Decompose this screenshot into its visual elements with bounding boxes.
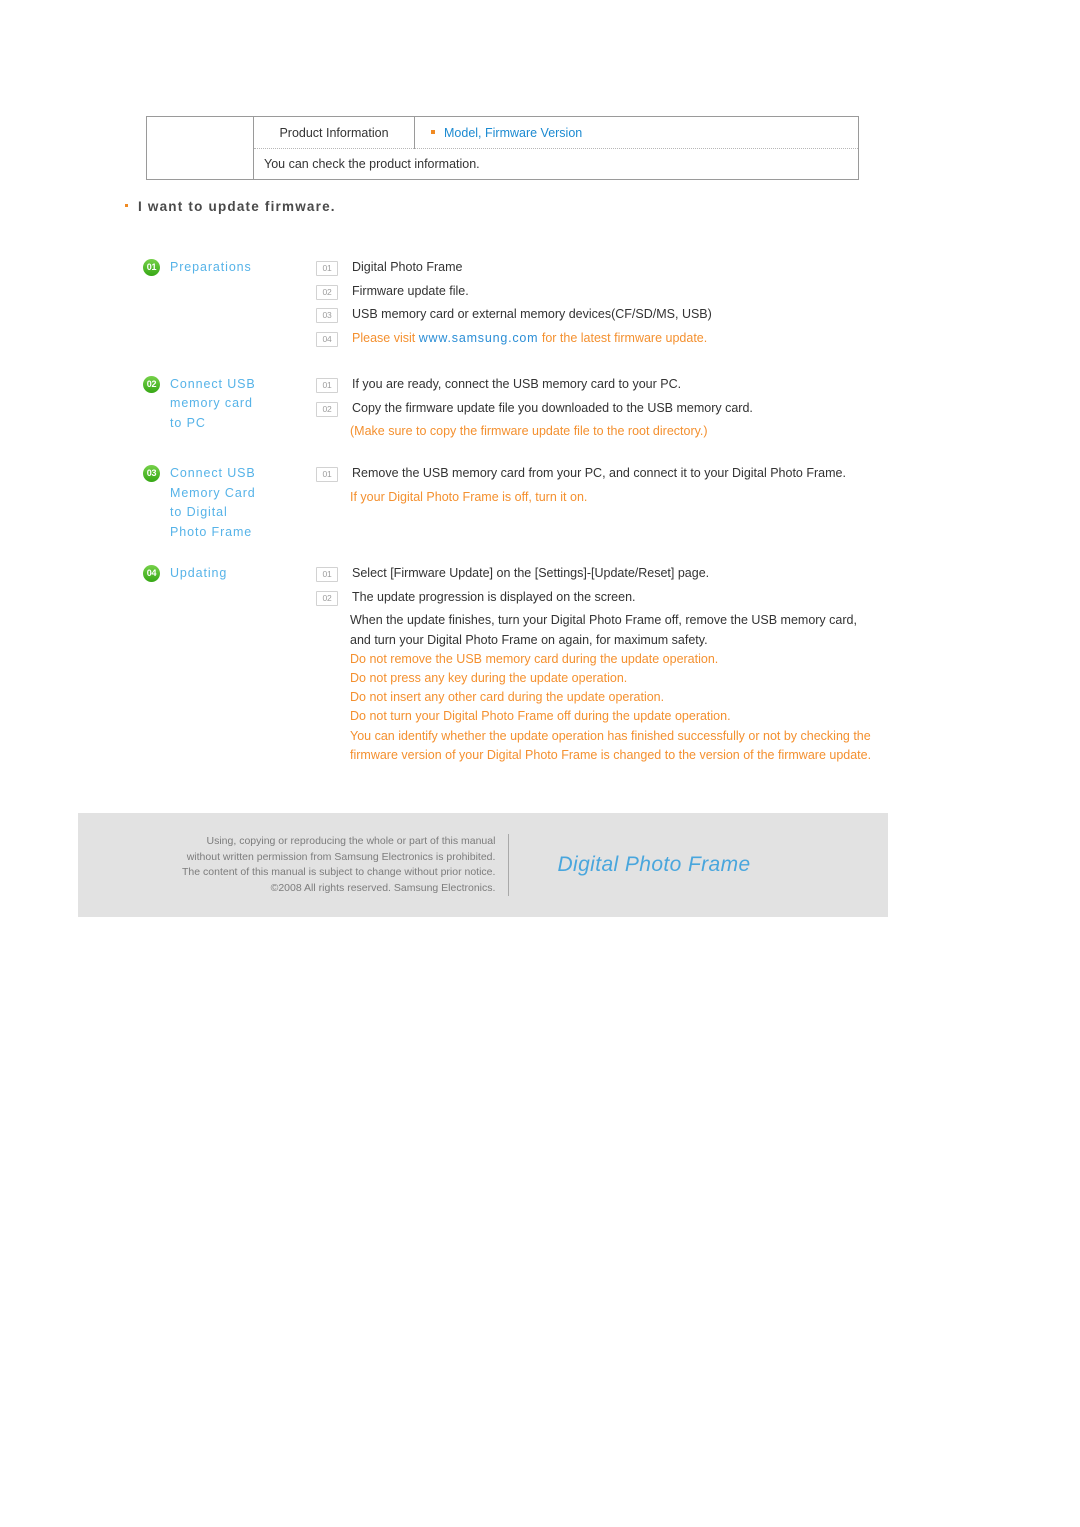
- list-item: 02 Copy the firmware update file you dow…: [316, 399, 903, 418]
- step-connect-usb-to-frame: 03 Connect USB Memory Card to Digital Ph…: [143, 464, 903, 542]
- step-title: Connect USB memory card to PC: [170, 375, 256, 433]
- step-title-line: to Digital: [170, 505, 228, 520]
- table-row: You can check the product information.: [147, 148, 859, 180]
- step-note: (Make sure to copy the firmware update f…: [350, 424, 708, 439]
- warning-line: You can identify whether the update oper…: [350, 728, 871, 743]
- step-header: 04 Updating: [143, 564, 316, 583]
- item-number: 04: [316, 332, 338, 348]
- step-header: 01 Preparations: [143, 258, 316, 277]
- copyright-line: The content of this manual is subject to…: [182, 866, 496, 878]
- step-updating: 04 Updating 01 Select [Firmware Update] …: [143, 564, 903, 765]
- step-title-line: Connect USB: [170, 376, 256, 391]
- item-text-pre: Please visit: [352, 331, 419, 346]
- table-cell-label: Product Information: [253, 116, 415, 149]
- step-title-line: memory card: [170, 396, 253, 411]
- item-number: 03: [316, 308, 338, 324]
- continuation-line: and turn your Digital Photo Frame on aga…: [350, 632, 708, 647]
- item-number: 02: [316, 284, 338, 300]
- step-items: 01 Digital Photo Frame 02 Firmware updat…: [316, 258, 903, 353]
- warning-line: Do not press any key during the update o…: [350, 671, 628, 686]
- step-items: 01 Remove the USB memory card from your …: [316, 464, 903, 507]
- table-row: Product Information Model, Firmware Vers…: [146, 116, 859, 180]
- list-item: 02 The update progression is displayed o…: [316, 588, 903, 607]
- list-item: 04 Please visit www.samsung.com for the …: [316, 329, 903, 348]
- page-title-text: I want to update firmware.: [138, 199, 336, 214]
- item-number: 02: [316, 590, 338, 606]
- warning-line: Do not insert any other card during the …: [350, 690, 665, 705]
- diamond-bullet-icon: [125, 204, 128, 208]
- list-item: 03 USB memory card or external memory de…: [316, 305, 903, 324]
- item-number: 01: [316, 377, 338, 393]
- warning-line: Do not remove the USB memory card during…: [350, 651, 719, 666]
- footer-content: Using, copying or reproducing the whole …: [182, 834, 751, 896]
- step-badge: 01: [143, 259, 160, 276]
- square-bullet-icon: [431, 130, 435, 135]
- warning-line: Do not turn your Digital Photo Frame off…: [350, 709, 731, 724]
- item-text: Firmware update file.: [352, 283, 469, 298]
- step-header: 02 Connect USB memory card to PC: [143, 375, 316, 433]
- table-cell-value: Model, Firmware Version: [414, 116, 859, 149]
- step-title-line: Photo Frame: [170, 524, 253, 539]
- copyright-line: Using, copying or reproducing the whole …: [206, 835, 496, 847]
- product-information-table: Product Information Model, Firmware Vers…: [146, 116, 859, 180]
- step-title-line: to PC: [170, 415, 206, 430]
- step-title-line: Connect USB: [170, 466, 256, 481]
- samsung-website-link[interactable]: www.samsung.com: [419, 331, 539, 345]
- copyright-text: Using, copying or reproducing the whole …: [182, 834, 510, 896]
- step-header: 03 Connect USB Memory Card to Digital Ph…: [143, 464, 316, 542]
- item-text: Digital Photo Frame: [352, 260, 463, 274]
- firmware-update-steps: 01 Preparations 01 Digital Photo Frame 0…: [143, 258, 903, 765]
- step-note: If your Digital Photo Frame is off, turn…: [350, 490, 588, 505]
- table-cell-value-text: Model, Firmware Version: [444, 125, 583, 140]
- item-text: USB memory card or external memory devic…: [352, 307, 712, 322]
- step-title: Connect USB Memory Card to Digital Photo…: [170, 464, 256, 542]
- step-title: Updating: [170, 566, 228, 581]
- page-title: I want to update firmware.: [125, 199, 336, 214]
- step-items: 01 If you are ready, connect the USB mem…: [316, 375, 903, 442]
- item-text: Remove the USB memory card from your PC,…: [352, 466, 846, 481]
- list-item: 01 If you are ready, connect the USB mem…: [316, 375, 903, 394]
- item-text-post: for the latest firmware update.: [538, 331, 708, 346]
- step-continuation: When the update finishes, turn your Digi…: [350, 611, 903, 649]
- item-number: 01: [316, 567, 338, 583]
- step-badge: 02: [143, 375, 160, 393]
- warning-list: Do not remove the USB memory card during…: [350, 650, 903, 765]
- item-text: Please visit www.samsung.com for the lat…: [352, 329, 707, 348]
- step-preparations: 01 Preparations 01 Digital Photo Frame 0…: [143, 258, 903, 353]
- continuation-line: When the update finishes, turn your Digi…: [350, 613, 857, 628]
- step-items: 01 Select [Firmware Update] on the [Sett…: [316, 564, 903, 765]
- item-text: Copy the firmware update file you downlo…: [352, 400, 753, 415]
- list-item: 01 Digital Photo Frame: [316, 258, 903, 277]
- item-text: Select [Firmware Update] on the [Setting…: [352, 566, 710, 581]
- item-text: The update progression is displayed on t…: [352, 589, 636, 604]
- step-connect-usb-to-pc: 02 Connect USB memory card to PC 01 If y…: [143, 375, 903, 442]
- copyright-line: ©2008 All rights reserved. Samsung Elect…: [270, 881, 496, 894]
- warning-line: firmware version of your Digital Photo F…: [350, 747, 872, 762]
- item-number: 02: [316, 401, 338, 417]
- list-item: 01 Remove the USB memory card from your …: [316, 464, 903, 483]
- table-cell-empty: [146, 116, 254, 180]
- step-badge: 03: [143, 465, 160, 483]
- item-text: If you are ready, connect the USB memory…: [352, 376, 682, 391]
- step-title: Preparations: [170, 260, 252, 274]
- copyright-line: without written permission from Samsung …: [186, 850, 496, 863]
- table-cell-description: You can check the product information.: [253, 148, 859, 180]
- product-logo: Digital Photo Frame: [557, 853, 751, 876]
- list-item: 02 Firmware update file.: [316, 282, 903, 301]
- item-number: 01: [316, 261, 338, 276]
- item-number: 01: [316, 467, 338, 483]
- list-item: 01 Select [Firmware Update] on the [Sett…: [316, 564, 903, 583]
- page-footer: Using, copying or reproducing the whole …: [78, 813, 888, 917]
- step-title-line: Memory Card: [170, 485, 256, 500]
- step-badge: 04: [143, 565, 160, 583]
